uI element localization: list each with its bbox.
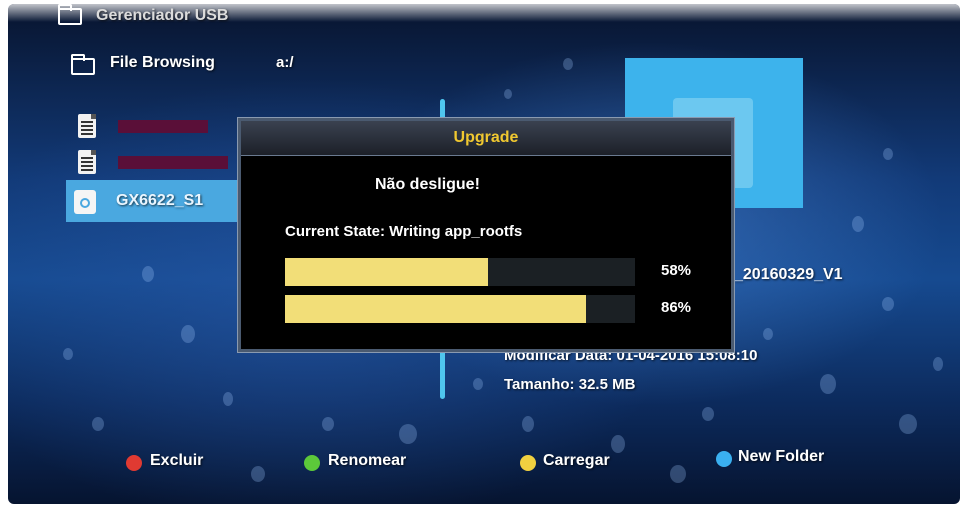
browser-title: File Browsing [110, 54, 215, 71]
firmware-file-icon [74, 190, 96, 214]
current-state-text: Current State: Writing app_rootfs [285, 223, 523, 240]
new-folder-button[interactable]: New Folder [738, 448, 824, 466]
red-button-icon [126, 455, 142, 471]
detail-filename: _20160329_V1 [734, 266, 843, 283]
progress-bar-1 [285, 258, 635, 286]
folder-icon [71, 54, 95, 75]
rename-button[interactable]: Renomear [328, 452, 406, 470]
delete-button[interactable]: Excluir [150, 452, 203, 470]
dialog-body: Não desligue! Current State: Writing app… [241, 155, 731, 349]
current-path: a:/ [276, 54, 294, 71]
load-button[interactable]: Carregar [543, 452, 610, 470]
warning-text: Não desligue! [375, 176, 480, 193]
blue-button-icon [716, 451, 732, 467]
tv-screen: Gerenciador USB File Browsing a:/ GX6622… [8, 4, 960, 504]
file-name-selected: GX6622_S1 [116, 192, 204, 209]
document-icon [78, 114, 96, 138]
dialog-title: Upgrade [241, 121, 731, 155]
upgrade-dialog: Upgrade Não desligue! Current State: Wri… [238, 118, 734, 352]
usb-folder-icon [58, 4, 82, 25]
file-list-item[interactable] [68, 144, 238, 180]
yellow-button-icon [520, 455, 536, 471]
progress-percent-1: 58% [661, 262, 692, 279]
redacted-filename [118, 156, 228, 169]
file-list-item[interactable] [68, 108, 238, 144]
green-button-icon [304, 455, 320, 471]
detail-size: Tamanho: 32.5 MB [504, 376, 636, 393]
document-icon [78, 150, 96, 174]
progress-fill-1 [285, 258, 488, 286]
app-title: Gerenciador USB [96, 7, 229, 24]
progress-percent-2: 86% [661, 299, 692, 316]
redacted-filename [118, 120, 208, 133]
progress-fill-2 [285, 295, 586, 323]
progress-bar-2 [285, 295, 635, 323]
